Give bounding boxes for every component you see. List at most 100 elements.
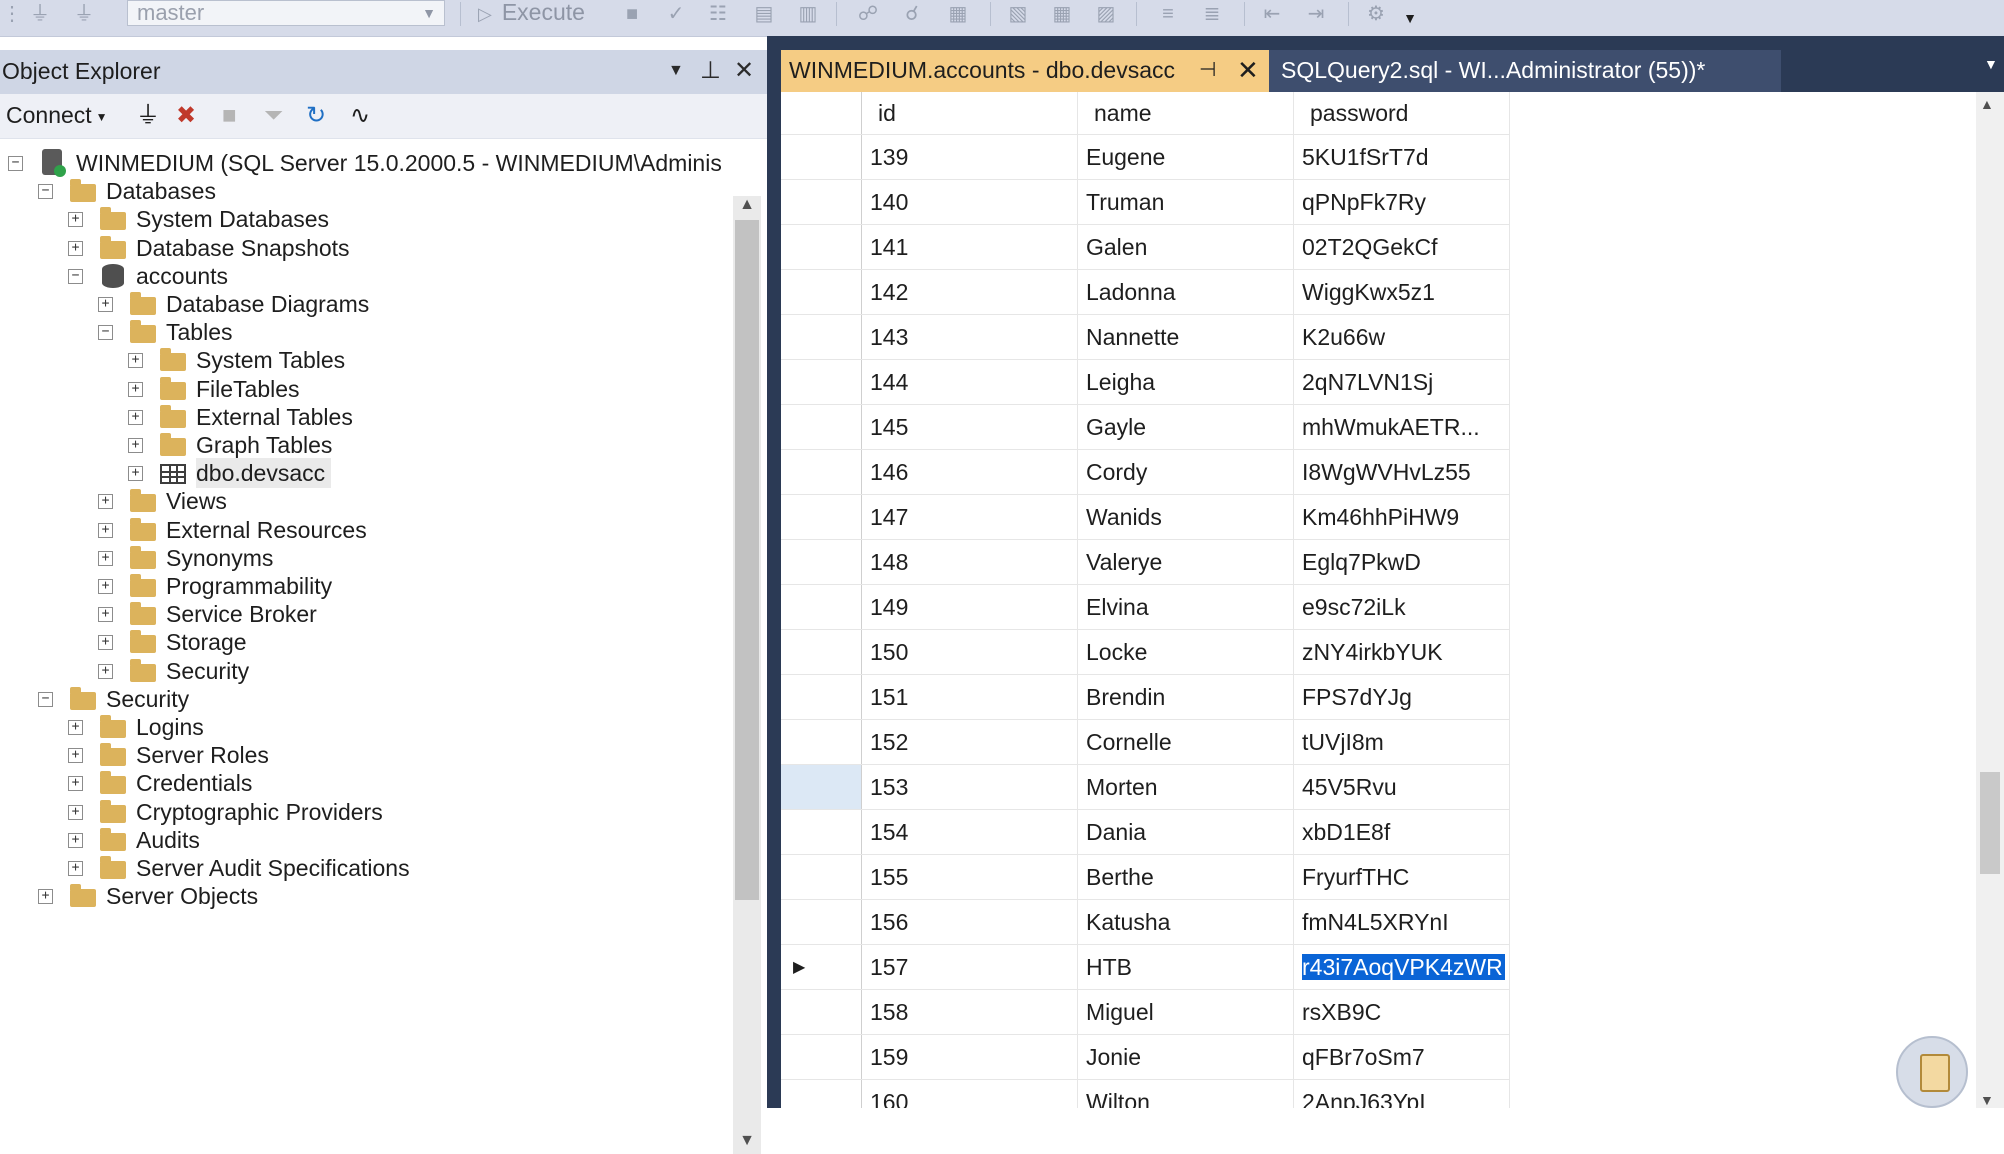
- clipboard-icon[interactable]: [1896, 1036, 1968, 1108]
- cell-id[interactable]: 147: [861, 494, 1078, 540]
- toolbar-overflow-icon[interactable]: ▼: [1398, 6, 1422, 30]
- table-row[interactable]: 160 Wilton 2AnpJ63YpI: [781, 1079, 1510, 1108]
- cell-password[interactable]: Km46hhPiHW9: [1293, 494, 1510, 540]
- pin-icon[interactable]: ⊣: [1199, 50, 1216, 90]
- cell-name[interactable]: Cornelle: [1077, 719, 1294, 765]
- table-row[interactable]: 147 Wanids Km46hhPiHW9: [781, 494, 1510, 540]
- row-selector[interactable]: [781, 224, 862, 270]
- cell-id[interactable]: 145: [861, 404, 1078, 450]
- table-row[interactable]: 148 Valerye Eglq7PkwD: [781, 539, 1510, 585]
- disconnect-plug-icon[interactable]: ✖: [176, 102, 196, 130]
- row-selector[interactable]: [781, 494, 862, 540]
- row-selector[interactable]: [781, 539, 862, 585]
- object-explorer-scrollbar[interactable]: ▲ ▼: [733, 196, 761, 1154]
- table-row[interactable]: 142 Ladonna WiggKwx5z1: [781, 269, 1510, 315]
- cell-name[interactable]: Valerye: [1077, 539, 1294, 585]
- cell-id[interactable]: 158: [861, 989, 1078, 1035]
- table-row[interactable]: 154 Dania xbD1E8f: [781, 809, 1510, 855]
- query-plan-icon[interactable]: ☷: [706, 2, 730, 26]
- results-text-icon[interactable]: ▧: [1006, 2, 1030, 26]
- indent-icon[interactable]: ⇥: [1304, 2, 1328, 26]
- cell-name[interactable]: Morten: [1077, 764, 1294, 810]
- row-selector[interactable]: [781, 854, 862, 900]
- table-row[interactable]: 143 Nannette K2u66w: [781, 314, 1510, 360]
- row-selector[interactable]: [781, 179, 862, 225]
- cell-id[interactable]: 139: [861, 134, 1078, 180]
- client-stats-icon[interactable]: ▦: [946, 2, 970, 26]
- stop-icon[interactable]: ■: [620, 2, 644, 26]
- connect-dropdown-button[interactable]: Connect ▼: [6, 102, 108, 129]
- panel-splitter[interactable]: [767, 36, 781, 1108]
- table-row[interactable]: 153 Morten 45V5Rvu: [781, 764, 1510, 810]
- cell-password[interactable]: Eglq7PkwD: [1293, 539, 1510, 585]
- cell-password[interactable]: fmN4L5XRYnI: [1293, 899, 1510, 945]
- uncomment-icon[interactable]: ≣: [1200, 2, 1224, 26]
- row-selector[interactable]: [781, 944, 862, 990]
- cell-password[interactable]: rsXB9C: [1293, 989, 1510, 1035]
- panel-menu-icon[interactable]: ▼: [668, 62, 684, 80]
- scroll-up-icon[interactable]: ▲: [735, 196, 759, 218]
- table-row[interactable]: 145 Gayle mhWmukAETR...: [781, 404, 1510, 450]
- expand-icon[interactable]: +: [68, 212, 83, 228]
- row-selector[interactable]: [781, 269, 862, 315]
- comment-icon[interactable]: ≡: [1156, 2, 1180, 26]
- scrollbar-thumb[interactable]: [735, 220, 759, 900]
- grid-scrollbar[interactable]: ▲ ▼: [1976, 92, 2004, 1108]
- collapse-icon[interactable]: −: [98, 325, 113, 341]
- results-file-icon[interactable]: ▥: [796, 2, 820, 26]
- file-view-icon[interactable]: ▨: [1094, 2, 1118, 26]
- cell-id[interactable]: 153: [861, 764, 1078, 810]
- table-row[interactable]: 139 Eugene 5KU1fSrT7d: [781, 134, 1510, 180]
- cell-password[interactable]: r43i7AoqVPK4zWR: [1293, 944, 1510, 990]
- cell-password[interactable]: xbD1E8f: [1293, 809, 1510, 855]
- grid-view-icon[interactable]: ▦: [1050, 2, 1074, 26]
- cell-password[interactable]: e9sc72iLk: [1293, 584, 1510, 630]
- execute-button[interactable]: ▷ Execute: [478, 0, 585, 26]
- table-row[interactable]: 159 Jonie qFBr7oSm7: [781, 1034, 1510, 1080]
- expand-icon[interactable]: +: [98, 663, 113, 679]
- cell-id[interactable]: 141: [861, 224, 1078, 270]
- row-selector[interactable]: [781, 764, 862, 810]
- row-selector[interactable]: [781, 359, 862, 405]
- cell-id[interactable]: 154: [861, 809, 1078, 855]
- cell-password[interactable]: K2u66w: [1293, 314, 1510, 360]
- expand-icon[interactable]: +: [98, 297, 113, 312]
- cell-name[interactable]: HTB: [1077, 944, 1294, 990]
- include-plan-icon[interactable]: ☍: [856, 2, 880, 26]
- expand-icon[interactable]: +: [128, 438, 143, 453]
- expand-icon[interactable]: +: [68, 720, 83, 735]
- tab-list-dropdown-icon[interactable]: ▼: [1984, 56, 2004, 72]
- cell-id[interactable]: 152: [861, 719, 1078, 765]
- cell-name[interactable]: Truman: [1077, 179, 1294, 225]
- cell-id[interactable]: 159: [861, 1034, 1078, 1080]
- expand-icon[interactable]: +: [128, 381, 143, 397]
- collapse-icon[interactable]: −: [68, 268, 83, 284]
- cell-id[interactable]: 155: [861, 854, 1078, 900]
- cell-password[interactable]: mhWmukAETR...: [1293, 404, 1510, 450]
- cell-password[interactable]: 5KU1fSrT7d: [1293, 134, 1510, 180]
- tab-sql-query[interactable]: SQLQuery2.sql - WI...Administrator (55))…: [1269, 50, 1781, 92]
- expand-icon[interactable]: +: [128, 409, 143, 425]
- expand-icon[interactable]: +: [68, 748, 83, 764]
- cell-id[interactable]: 150: [861, 629, 1078, 675]
- row-selector[interactable]: [781, 899, 862, 945]
- cell-password[interactable]: FryurfTHC: [1293, 854, 1510, 900]
- activity-monitor-icon[interactable]: ∿: [350, 102, 370, 130]
- outdent-icon[interactable]: ⇤: [1260, 2, 1284, 26]
- expand-icon[interactable]: +: [98, 522, 113, 538]
- table-row[interactable]: 158 Miguel rsXB9C: [781, 989, 1510, 1035]
- cell-name[interactable]: Leigha: [1077, 359, 1294, 405]
- results-grid-icon[interactable]: ▤: [752, 2, 776, 26]
- cell-password[interactable]: tUVjI8m: [1293, 719, 1510, 765]
- cell-name[interactable]: Galen: [1077, 224, 1294, 270]
- cell-password[interactable]: I8WgWVHvLz55: [1293, 449, 1510, 495]
- expand-icon[interactable]: +: [38, 889, 53, 905]
- cell-name[interactable]: Elvina: [1077, 584, 1294, 630]
- row-selector[interactable]: [781, 809, 862, 855]
- table-row[interactable]: 141 Galen 02T2QGekCf: [781, 224, 1510, 270]
- table-row[interactable]: 155 Berthe FryurfTHC: [781, 854, 1510, 900]
- cell-name[interactable]: Ladonna: [1077, 269, 1294, 315]
- row-selector[interactable]: [781, 134, 862, 180]
- stop-icon[interactable]: ■: [222, 102, 237, 130]
- expand-icon[interactable]: +: [68, 861, 83, 876]
